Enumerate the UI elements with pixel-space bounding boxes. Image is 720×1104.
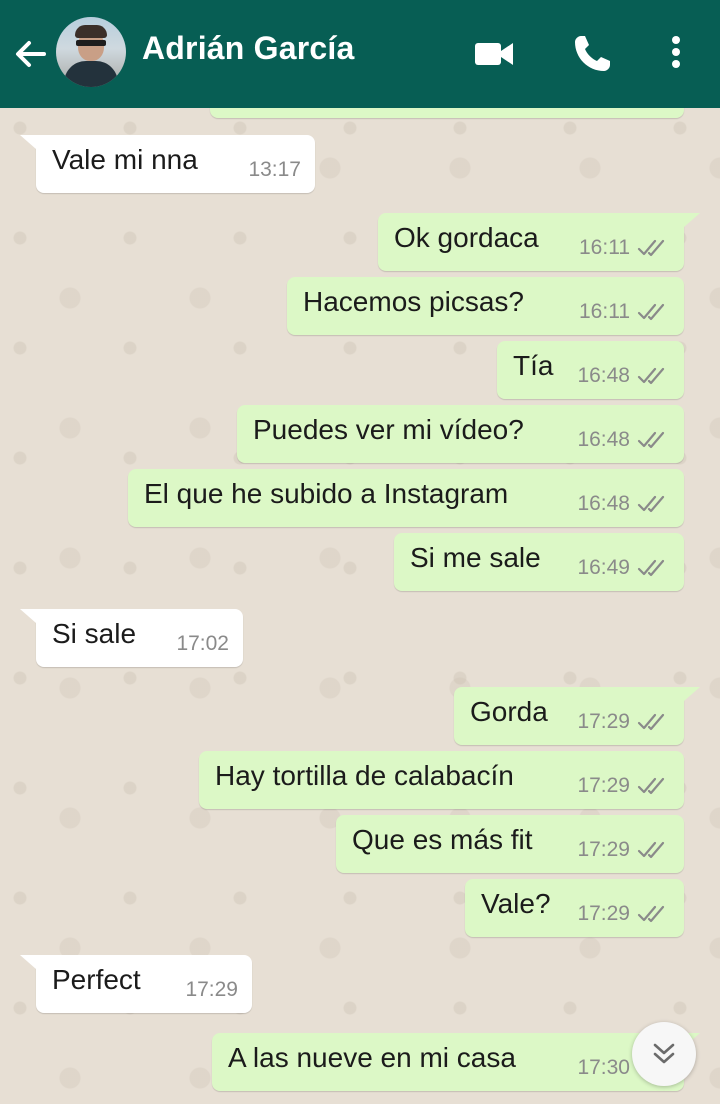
double-check-icon [637, 239, 665, 257]
message-time: 16:11 [579, 236, 630, 259]
message-time: 17:29 [185, 978, 238, 1001]
message-bubble-outgoing[interactable]: El que he subido a Instagram 16:48 [128, 469, 684, 527]
message-text: Gorda [470, 696, 548, 727]
message-bubble-incoming[interactable]: Vale mi nna 13:17 [20, 135, 315, 193]
message-text: Puedes ver mi vídeo? [253, 414, 524, 445]
message-bubble-outgoing[interactable]: Puedes ver mi vídeo? 16:48 [237, 405, 684, 463]
message-time: 17:29 [577, 838, 630, 861]
message-text: Vale? [481, 888, 551, 919]
scroll-to-bottom-button[interactable] [632, 1022, 696, 1086]
double-check-icon [637, 841, 665, 859]
contact-name[interactable]: Adrián García [142, 30, 354, 67]
message-bubble-incoming[interactable]: Si sale 17:02 [20, 609, 243, 667]
message-text: A las nueve en mi casa [228, 1042, 516, 1073]
video-call-icon[interactable] [470, 30, 518, 78]
message-time: 16:48 [577, 428, 630, 451]
double-check-icon [637, 431, 665, 449]
message-list[interactable]: Vale mi nna 13:17 Ok gordaca 16:11 Hacem… [0, 0, 720, 1104]
double-check-icon [637, 367, 665, 385]
message-text: Si me sale [410, 542, 541, 573]
message-bubble-outgoing[interactable]: Ok gordaca 16:11 [378, 213, 700, 271]
message-text: Perfect [52, 964, 141, 995]
message-time: 13:17 [248, 158, 301, 181]
message-text: Que es más fit [352, 824, 533, 855]
double-check-icon [637, 559, 665, 577]
avatar[interactable] [56, 17, 126, 87]
double-check-icon [637, 905, 665, 923]
chat-header: Adrián García [0, 0, 720, 108]
message-text: Ok gordaca [394, 222, 539, 253]
message-time: 17:02 [176, 632, 229, 655]
arrow-back-icon[interactable] [10, 34, 50, 74]
message-bubble-incoming[interactable]: Perfect 17:29 [20, 955, 252, 1013]
message-text: El que he subido a Instagram [144, 478, 509, 509]
message-time: 16:49 [577, 556, 630, 579]
message-bubble-outgoing[interactable]: Tía 16:48 [497, 341, 684, 399]
message-time: 16:11 [579, 300, 630, 323]
message-time: 17:30 [577, 1056, 630, 1079]
message-bubble-outgoing[interactable]: Hay tortilla de calabacín 17:29 [199, 751, 684, 809]
message-bubble-outgoing[interactable]: A las nueve en mi casa 17:30 [212, 1033, 700, 1091]
double-chevron-down-icon [653, 1043, 675, 1064]
message-bubble-outgoing[interactable]: Hacemos picsas? 16:11 [287, 277, 684, 335]
double-check-icon [637, 303, 665, 321]
message-time: 17:29 [577, 774, 630, 797]
double-check-icon [637, 777, 665, 795]
double-check-icon [637, 713, 665, 731]
more-vert-icon[interactable] [652, 30, 700, 78]
message-bubble-outgoing[interactable]: Si me sale 16:49 [394, 533, 684, 591]
message-text: Hay tortilla de calabacín [215, 760, 514, 791]
message-bubble-outgoing[interactable]: Que es más fit 17:29 [336, 815, 684, 873]
voice-call-icon[interactable] [568, 30, 616, 78]
message-bubble-outgoing[interactable]: Gorda 17:29 [454, 687, 700, 745]
message-bubble-outgoing[interactable]: Vale? 17:29 [465, 879, 684, 937]
message-text: Tía [513, 350, 554, 381]
message-time: 16:48 [577, 364, 630, 387]
message-time: 17:29 [577, 902, 630, 925]
message-text: Hacemos picsas? [303, 286, 524, 317]
double-check-icon [637, 495, 665, 513]
message-time: 16:48 [577, 492, 630, 515]
message-text: Si sale [52, 618, 137, 649]
message-text: Vale mi nna [52, 144, 198, 175]
message-time: 17:29 [577, 710, 630, 733]
